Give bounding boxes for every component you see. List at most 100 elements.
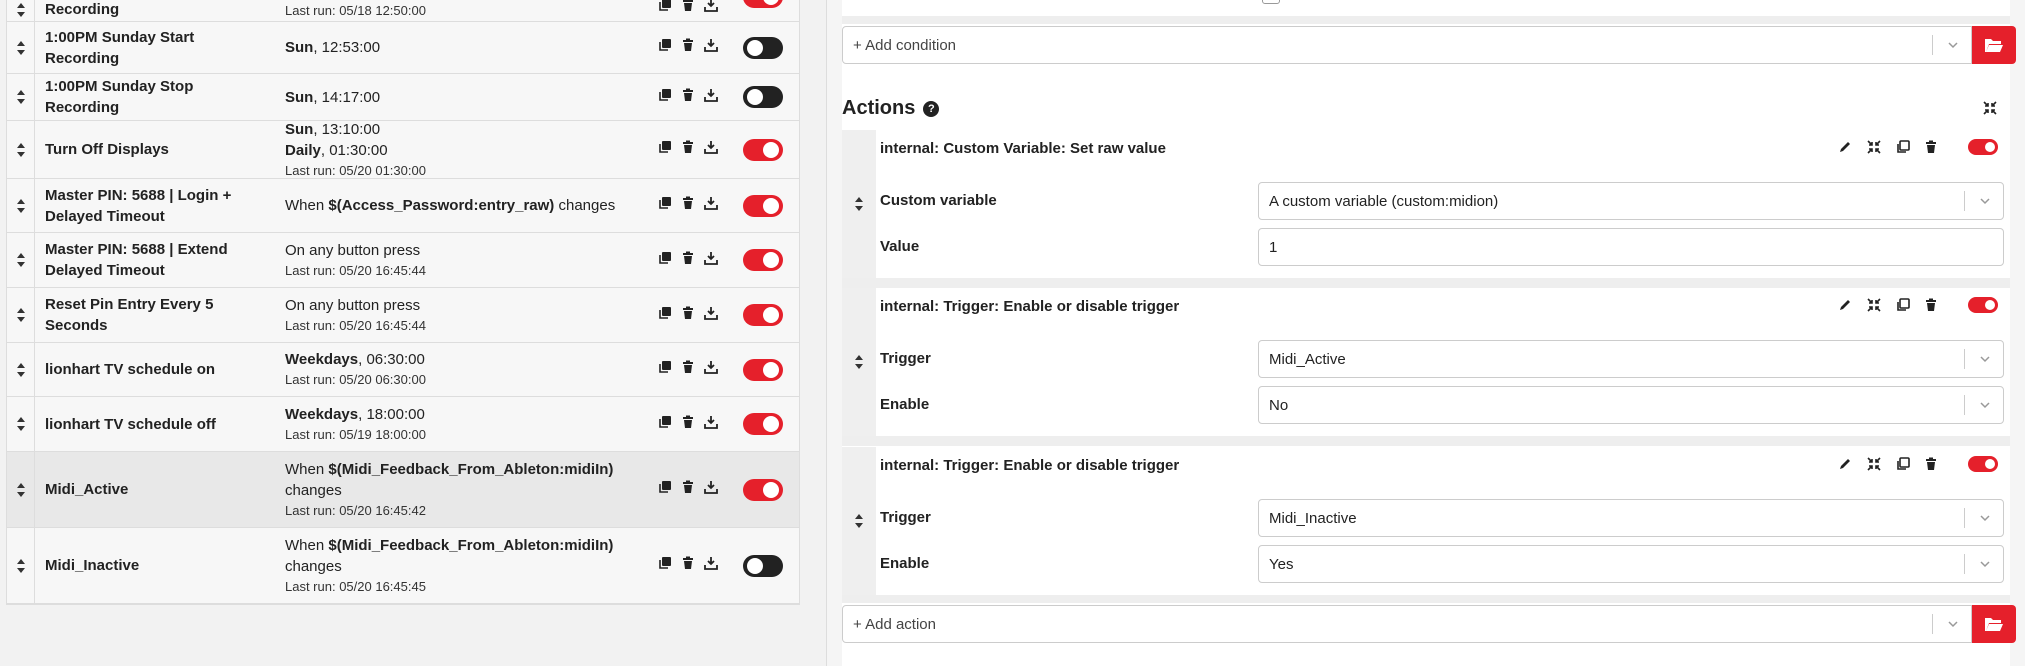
download-icon[interactable]: [704, 251, 718, 270]
trigger-name[interactable]: Master PIN: 5688 | Login + Delayed Timeo…: [35, 179, 275, 232]
trigger-row[interactable]: Midi_Inactive When $(Midi_Feedback_From_A…: [7, 528, 799, 604]
clone-icon[interactable]: [658, 556, 672, 575]
trash-icon[interactable]: [681, 415, 695, 434]
trigger-row[interactable]: Master PIN: 5688 | Login + Delayed Timeo…: [7, 179, 799, 233]
duplicate-icon[interactable]: [1896, 457, 1910, 471]
trash-icon[interactable]: [681, 0, 695, 17]
trash-icon[interactable]: [681, 196, 695, 215]
download-icon[interactable]: [704, 140, 718, 159]
trash-icon[interactable]: [681, 556, 695, 575]
drag-handle[interactable]: [7, 0, 35, 21]
trigger-row[interactable]: Master PIN: 5688 | Extend Delayed Timeou…: [7, 233, 799, 288]
trigger-row[interactable]: 1:00PM Sunday Stop Recording Sun, 14:17:0…: [7, 74, 799, 121]
checkbox[interactable]: [1262, 0, 1280, 4]
add-action-select[interactable]: + Add action: [842, 605, 1972, 643]
trash-icon[interactable]: [1924, 457, 1938, 471]
clone-icon[interactable]: [658, 140, 672, 159]
trash-icon[interactable]: [681, 88, 695, 107]
trigger-name[interactable]: Recording: [35, 0, 275, 21]
trigger-row[interactable]: Midi_Active When $(Midi_Feedback_From_Abl…: [7, 452, 799, 528]
field-select[interactable]: Midi_Active: [1258, 340, 2004, 378]
trigger-name[interactable]: 1:00PM Sunday Stop Recording: [35, 74, 275, 120]
action-enable-toggle[interactable]: [1968, 139, 1998, 155]
action-enable-toggle[interactable]: [1968, 456, 1998, 472]
drag-handle[interactable]: [7, 288, 35, 342]
drag-handle[interactable]: [7, 74, 35, 120]
enable-toggle[interactable]: [743, 86, 783, 108]
trigger-name[interactable]: lionhart TV schedule off: [35, 397, 275, 451]
trigger-row[interactable]: Turn Off Displays Sun, 13:10:00 Daily, 01:…: [7, 121, 799, 179]
clone-icon[interactable]: [658, 196, 672, 215]
help-icon[interactable]: ?: [923, 100, 940, 117]
clone-icon[interactable]: [658, 480, 672, 499]
drag-handle[interactable]: [7, 343, 35, 396]
trash-icon[interactable]: [681, 38, 695, 57]
download-icon[interactable]: [704, 556, 718, 575]
duplicate-icon[interactable]: [1896, 140, 1910, 154]
drag-handle[interactable]: [7, 233, 35, 287]
trash-icon[interactable]: [681, 251, 695, 270]
enable-toggle[interactable]: [743, 194, 783, 217]
field-select[interactable]: Midi_Inactive: [1258, 499, 2004, 537]
drag-handle[interactable]: [7, 397, 35, 451]
collapse-all-icon[interactable]: [1982, 100, 1998, 116]
collapse-icon[interactable]: [1866, 456, 1882, 472]
trigger-name[interactable]: Reset Pin Entry Every 5 Seconds: [35, 288, 275, 342]
trigger-row[interactable]: Recording Last run: 05/18 12:50:00: [7, 0, 799, 22]
add-condition-folder-button[interactable]: [1972, 26, 2016, 64]
enable-toggle[interactable]: [743, 138, 783, 161]
trigger-name[interactable]: Midi_Inactive: [35, 528, 275, 603]
enable-toggle[interactable]: [743, 554, 783, 577]
trigger-name[interactable]: 1:00PM Sunday Start Recording: [35, 22, 275, 73]
drag-handle[interactable]: [842, 130, 876, 278]
add-condition-select[interactable]: + Add condition: [842, 26, 1972, 64]
edit-icon[interactable]: [1838, 457, 1852, 471]
enable-toggle[interactable]: [743, 0, 783, 8]
trigger-row[interactable]: Reset Pin Entry Every 5 Seconds On any bu…: [7, 288, 799, 343]
trash-icon[interactable]: [1924, 140, 1938, 154]
collapse-icon[interactable]: [1866, 297, 1882, 313]
field-select[interactable]: A custom variable (custom:midion): [1258, 182, 2004, 220]
download-icon[interactable]: [704, 306, 718, 325]
drag-handle[interactable]: [7, 179, 35, 232]
trash-icon[interactable]: [681, 306, 695, 325]
enable-toggle[interactable]: [743, 304, 783, 326]
drag-handle[interactable]: [7, 452, 35, 527]
enable-toggle[interactable]: [743, 478, 783, 501]
edit-icon[interactable]: [1838, 298, 1852, 312]
download-icon[interactable]: [704, 38, 718, 57]
clone-icon[interactable]: [658, 38, 672, 57]
drag-handle[interactable]: [842, 447, 876, 595]
add-action-folder-button[interactable]: [1972, 605, 2016, 643]
enable-toggle[interactable]: [743, 249, 783, 271]
enable-toggle[interactable]: [743, 36, 783, 59]
trigger-row[interactable]: 1:00PM Sunday Start Recording Sun, 12:53:…: [7, 22, 799, 74]
action-enable-toggle[interactable]: [1968, 297, 1998, 313]
trash-icon[interactable]: [681, 140, 695, 159]
download-icon[interactable]: [704, 88, 718, 107]
trash-icon[interactable]: [681, 360, 695, 379]
drag-handle[interactable]: [7, 528, 35, 603]
download-icon[interactable]: [704, 360, 718, 379]
download-icon[interactable]: [704, 196, 718, 215]
edit-icon[interactable]: [1838, 140, 1852, 154]
trigger-name[interactable]: Master PIN: 5688 | Extend Delayed Timeou…: [35, 233, 275, 287]
duplicate-icon[interactable]: [1896, 298, 1910, 312]
download-icon[interactable]: [704, 0, 718, 17]
field-select[interactable]: Yes: [1258, 545, 2004, 583]
trigger-name[interactable]: Midi_Active: [35, 452, 275, 527]
trigger-row[interactable]: lionhart TV schedule off Weekdays, 18:00:…: [7, 397, 799, 452]
field-input[interactable]: 1: [1258, 228, 2004, 266]
drag-handle[interactable]: [7, 22, 35, 73]
trigger-name[interactable]: lionhart TV schedule on: [35, 343, 275, 396]
clone-icon[interactable]: [658, 360, 672, 379]
enable-toggle[interactable]: [743, 413, 783, 435]
clone-icon[interactable]: [658, 0, 672, 17]
enable-toggle[interactable]: [743, 358, 783, 381]
clone-icon[interactable]: [658, 415, 672, 434]
trigger-name[interactable]: Turn Off Displays: [35, 121, 275, 178]
field-select[interactable]: No: [1258, 386, 2004, 424]
download-icon[interactable]: [704, 480, 718, 499]
clone-icon[interactable]: [658, 306, 672, 325]
drag-handle[interactable]: [7, 121, 35, 178]
